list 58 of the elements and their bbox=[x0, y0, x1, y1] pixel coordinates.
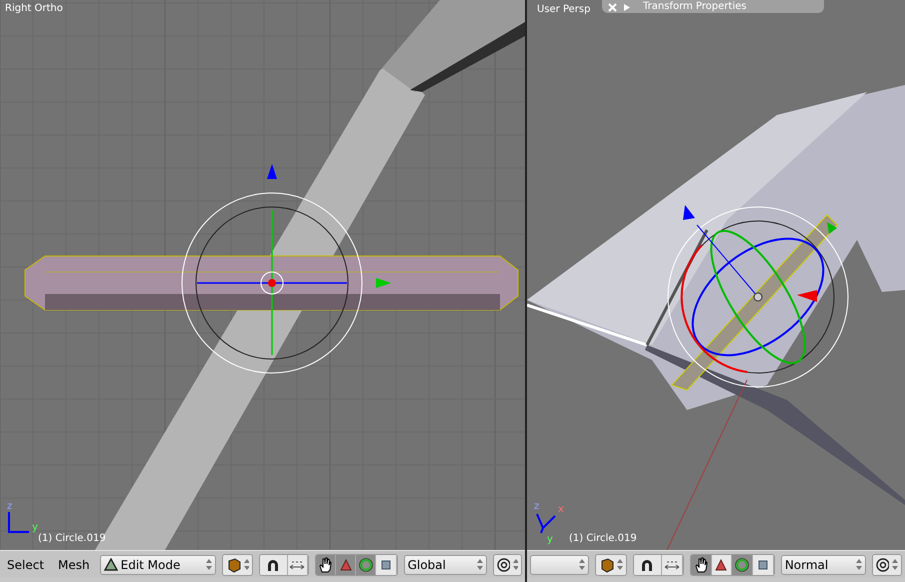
target-icon bbox=[496, 558, 510, 572]
manipulator-toggle[interactable] bbox=[356, 554, 376, 574]
snap-button[interactable] bbox=[662, 554, 683, 574]
mode-dropdown[interactable] bbox=[530, 554, 589, 574]
target-icon bbox=[876, 558, 890, 572]
ring-icon bbox=[735, 558, 750, 572]
menu-item[interactable]: Mesh bbox=[54, 558, 94, 572]
hand-icon bbox=[318, 556, 332, 572]
snap-button[interactable] bbox=[288, 554, 308, 574]
object-label: (1) Circle.019 bbox=[569, 533, 637, 544]
triangle-icon[interactable] bbox=[623, 3, 631, 12]
object-type-button[interactable] bbox=[595, 554, 627, 576]
square-icon bbox=[380, 560, 391, 570]
axis-label: y bbox=[547, 534, 553, 545]
mesh-triangle-icon bbox=[104, 558, 118, 571]
triangle-icon bbox=[715, 558, 728, 570]
orientation-dropdown[interactable]: Normal bbox=[780, 554, 866, 574]
manipulator-toggle[interactable] bbox=[336, 554, 356, 574]
axis-gizmo-icon bbox=[8, 512, 29, 533]
cube-icon bbox=[226, 556, 241, 572]
spin-arrows-icon[interactable] bbox=[892, 559, 898, 570]
axis-gizmo-icon bbox=[536, 513, 556, 534]
manipulator-toggle[interactable] bbox=[316, 554, 336, 574]
object-type-button[interactable] bbox=[222, 554, 253, 576]
panel-title: Transform Properties bbox=[643, 1, 746, 12]
axis-label: z bbox=[7, 501, 12, 512]
spin-arrows-icon[interactable] bbox=[206, 559, 212, 570]
orientation-dropdown[interactable]: Global bbox=[404, 554, 487, 574]
spin-arrows-icon[interactable] bbox=[512, 559, 518, 570]
axis-label: y bbox=[32, 522, 38, 533]
viewport-title: User Persp bbox=[537, 4, 590, 15]
dotted-arrows-icon bbox=[664, 560, 680, 570]
manipulator-toggle[interactable] bbox=[690, 554, 712, 574]
spin-arrows-icon[interactable] bbox=[476, 559, 483, 570]
spin-arrows-icon[interactable] bbox=[856, 559, 862, 570]
hand-icon bbox=[694, 556, 708, 572]
pivot-button[interactable] bbox=[872, 554, 902, 576]
menu-item[interactable]: Select bbox=[3, 558, 48, 572]
spin-arrows-icon[interactable] bbox=[244, 559, 249, 570]
cube-icon bbox=[599, 556, 614, 572]
magnet-button[interactable] bbox=[634, 554, 662, 574]
spin-arrows-icon[interactable] bbox=[616, 559, 623, 570]
square-icon bbox=[758, 560, 768, 570]
spin-arrows-icon[interactable] bbox=[579, 559, 585, 570]
dotted-arrows-icon bbox=[289, 560, 306, 570]
object-label: (1) Circle.019 bbox=[38, 533, 106, 544]
close-icon[interactable] bbox=[608, 3, 617, 12]
pivot-button[interactable] bbox=[492, 554, 522, 576]
viewport-title: Right Ortho bbox=[5, 3, 63, 14]
magnet-icon bbox=[640, 558, 654, 572]
axis-label: z bbox=[534, 501, 540, 512]
magnet-icon bbox=[266, 558, 280, 572]
triangle-icon bbox=[340, 558, 352, 570]
mode-dropdown[interactable]: Edit Mode bbox=[100, 554, 216, 574]
ring-icon bbox=[358, 558, 373, 572]
manipulator-toggle[interactable] bbox=[732, 554, 754, 574]
axis-label: x bbox=[558, 504, 564, 515]
magnet-button[interactable] bbox=[260, 554, 288, 574]
